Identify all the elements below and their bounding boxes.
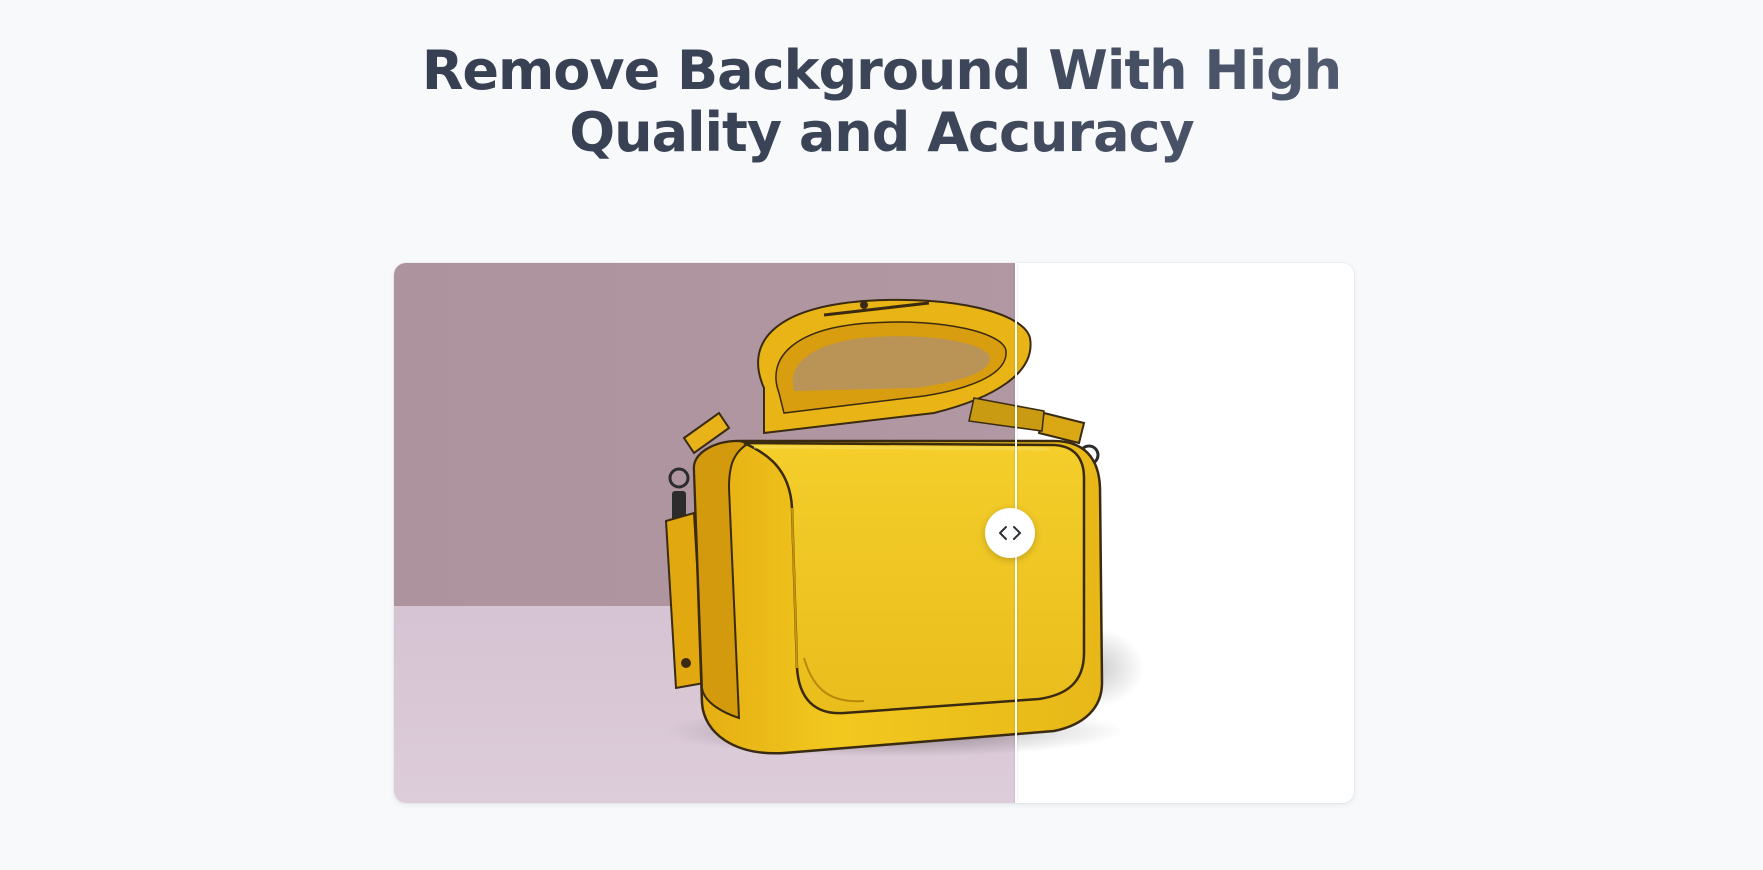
page: Remove Background With High Quality and … [0, 0, 1763, 870]
before-after-comparison[interactable] [394, 263, 1354, 803]
comparison-slider-handle[interactable] [985, 508, 1035, 558]
chevrons-left-right-icon [999, 526, 1021, 540]
page-title-line-2: Quality and Accuracy [0, 102, 1763, 164]
product-photo [394, 263, 1354, 803]
page-title: Remove Background With High Quality and … [0, 40, 1763, 164]
page-title-line-1: Remove Background With High [0, 40, 1763, 102]
